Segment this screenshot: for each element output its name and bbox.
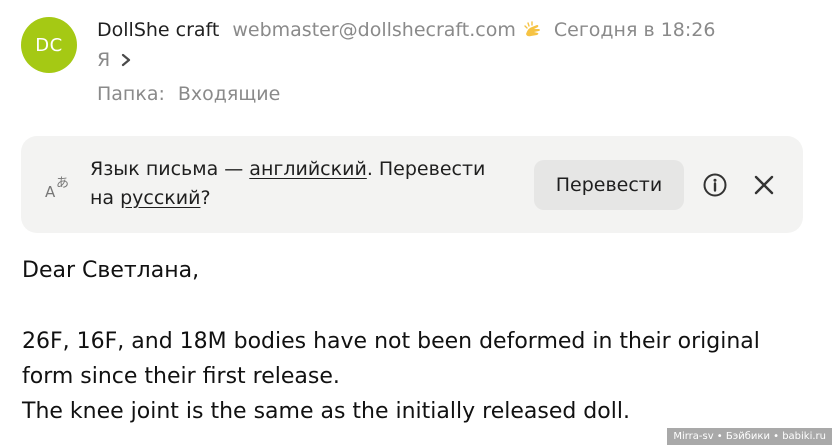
- message-paragraph: The knee joint is the same as the initia…: [22, 399, 630, 424]
- folder-value[interactable]: Входящие: [178, 83, 280, 105]
- close-icon[interactable]: [752, 173, 776, 197]
- watermark: Mirra-sv • Бэйбики • babiki.ru: [667, 428, 832, 445]
- message-date: Сегодня в 18:26: [553, 19, 716, 41]
- svg-text:A: A: [45, 183, 56, 200]
- target-language-link[interactable]: русский: [120, 187, 200, 209]
- message-greeting: Dear Светлана,: [22, 258, 200, 283]
- translate-message: Язык письма — английский. Перевести на р…: [90, 158, 486, 209]
- svg-text:あ: あ: [56, 176, 69, 191]
- source-language-link[interactable]: английский: [249, 158, 367, 180]
- translate-button[interactable]: Перевести: [534, 160, 684, 210]
- message-paragraph: 26F, 16F, and 18M bodies have not been d…: [22, 329, 760, 389]
- recipient-label: Я: [97, 49, 111, 71]
- avatar-initials: DC: [35, 34, 63, 56]
- translate-banner: A あ Язык письма — английский. Перевести …: [21, 136, 803, 233]
- waving-hand-icon: [522, 19, 544, 41]
- chevron-right-icon: [122, 53, 131, 67]
- sender-avatar[interactable]: DC: [21, 17, 77, 73]
- folder-label: Папка:: [97, 83, 165, 105]
- message-header: DollShe craft webmaster@dollshecraft.com…: [97, 17, 715, 43]
- translate-icon: A あ: [45, 176, 69, 200]
- sender-name[interactable]: DollShe craft: [97, 19, 219, 41]
- recipient-row[interactable]: Я: [97, 47, 132, 73]
- sender-email[interactable]: webmaster@dollshecraft.com: [232, 19, 516, 41]
- folder-row: Папка: Входящие: [97, 81, 280, 107]
- message-body: Dear Светлана, 26F, 16F, and 18M bodies …: [22, 253, 812, 429]
- info-icon[interactable]: [702, 172, 728, 198]
